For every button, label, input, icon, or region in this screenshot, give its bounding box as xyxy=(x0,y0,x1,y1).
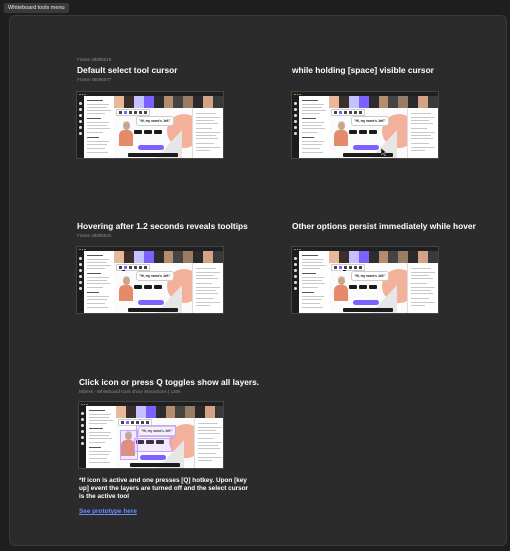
presenter-avatar xyxy=(119,276,133,301)
right-panel xyxy=(192,108,223,158)
option-chips[interactable] xyxy=(349,130,377,134)
presenter-avatar xyxy=(334,276,348,301)
speech-bubble: "Hi, my name's Jeff." xyxy=(136,271,174,281)
whiteboard-canvas[interactable]: "Hi, my name's Jeff." xyxy=(114,108,201,158)
left-toolbar xyxy=(292,251,299,313)
accent-pill[interactable] xyxy=(353,145,379,150)
screenshot-hover-tooltips[interactable]: "Hi, my name's Jeff." xyxy=(77,247,223,313)
participant-strip xyxy=(114,251,223,263)
screenshot-options-persist[interactable]: "Hi, my name's Jeff." xyxy=(292,247,438,313)
toolbar-tooltip xyxy=(122,270,125,271)
section-title-hover-tooltips: Hovering after 1.2 seconds reveals toolt… xyxy=(77,221,248,231)
right-panel xyxy=(407,263,438,313)
bottom-bar xyxy=(128,153,178,157)
presenter-avatar xyxy=(119,121,133,146)
left-toolbar xyxy=(77,96,84,158)
participant-strip xyxy=(329,251,438,263)
layer-outline[interactable] xyxy=(136,425,176,437)
prototype-link[interactable]: See prototype here xyxy=(79,508,137,515)
option-chips[interactable] xyxy=(134,130,162,134)
whiteboard-canvas[interactable]: "Hi, my name's Jeff." xyxy=(329,263,416,313)
frame-label: Frame 48096618 xyxy=(77,57,112,62)
screenshot-toggle-layers[interactable]: "Hi, my name's Jeff." xyxy=(79,402,223,468)
accent-pill[interactable] xyxy=(140,455,166,460)
file-tab[interactable]: Whiteboard tools menu xyxy=(4,3,69,13)
layer-outline[interactable] xyxy=(134,438,172,452)
section-subtitle: Frame 48096077 xyxy=(77,77,112,82)
bottom-bar xyxy=(128,308,178,312)
bottom-bar xyxy=(130,463,180,467)
section-subtitle: Frame 48096532 xyxy=(77,233,112,238)
accent-pill[interactable] xyxy=(138,300,164,305)
section-title-holding-space: while holding [space] visible cursor xyxy=(292,65,434,75)
side-panel xyxy=(84,251,115,313)
bottom-bar xyxy=(343,308,393,312)
hotkey-note: *If icon is active and one presses [Q] h… xyxy=(79,477,249,500)
side-panel xyxy=(86,406,117,468)
presenter-avatar xyxy=(334,121,348,146)
section-subtitle: MDesk - Whiteboard tools show interactio… xyxy=(79,389,181,394)
participant-strip xyxy=(116,406,223,418)
whiteboard-canvas[interactable]: "Hi, my name's Jeff." xyxy=(114,263,201,313)
left-toolbar xyxy=(79,406,86,468)
side-panel xyxy=(84,96,115,158)
whiteboard-toolbar[interactable] xyxy=(331,264,365,271)
accent-pill[interactable] xyxy=(353,300,379,305)
whiteboard-toolbar[interactable] xyxy=(331,109,365,116)
whiteboard-toolbar[interactable] xyxy=(116,109,150,116)
option-chips[interactable] xyxy=(134,285,162,289)
option-chips[interactable] xyxy=(349,285,377,289)
screenshot-holding-space[interactable]: "Hi, my name's Jeff." xyxy=(292,92,438,158)
layer-outline[interactable] xyxy=(120,430,138,460)
right-panel xyxy=(192,263,223,313)
participant-strip xyxy=(114,96,223,108)
left-toolbar xyxy=(77,251,84,313)
cursor-icon xyxy=(381,148,387,156)
right-panel xyxy=(194,418,223,468)
whiteboard-canvas[interactable]: "Hi, my name's Jeff." xyxy=(329,108,416,158)
side-panel xyxy=(299,251,330,313)
speech-bubble: "Hi, my name's Jeff." xyxy=(136,116,174,126)
participant-strip xyxy=(329,96,438,108)
speech-bubble: "Hi, my name's Jeff." xyxy=(351,271,389,281)
toolbar-tooltip xyxy=(343,270,346,271)
left-toolbar xyxy=(292,96,299,158)
section-title-toggle-layers: Click icon or press Q toggles show all l… xyxy=(79,377,260,387)
speech-bubble: "Hi, my name's Jeff." xyxy=(351,116,389,126)
section-title-options-persist: Other options persist immediately while … xyxy=(292,221,476,231)
screenshot-default-select[interactable]: "Hi, my name's Jeff." xyxy=(77,92,223,158)
side-panel xyxy=(299,96,330,158)
right-panel xyxy=(407,108,438,158)
accent-pill[interactable] xyxy=(138,145,164,150)
section-title-default-select: Default select tool cursor xyxy=(77,65,178,75)
whiteboard-canvas[interactable]: "Hi, my name's Jeff." xyxy=(116,418,203,468)
